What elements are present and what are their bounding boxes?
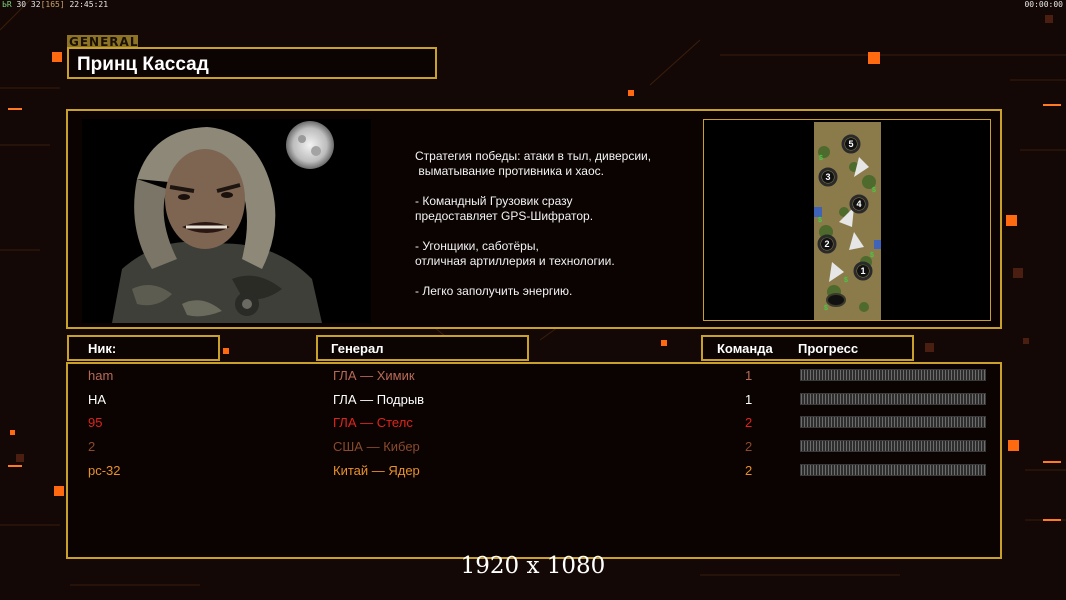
progress-bar <box>800 464 986 476</box>
player-general: США — Кибер <box>333 439 420 454</box>
player-nick: 2 <box>88 439 96 454</box>
svg-text:$: $ <box>824 305 828 312</box>
player-row: 2 США — Кибер 2 <box>68 437 1004 457</box>
player-row: pc-32 Китай — Ядер 2 <box>68 461 1004 481</box>
minimap: 5 3 4 2 1 $ $ $ $ $ $ <box>814 122 881 320</box>
map-preview: 5 3 4 2 1 $ $ $ $ $ $ <box>703 119 991 321</box>
team-header-label: Команда <box>717 341 773 356</box>
desc-line: Стратегия победы: атаки в тыл, диверсии, <box>415 149 652 163</box>
debug-hud: ЬR 30 32[165] 22:45:21 <box>2 0 108 9</box>
player-team: 2 <box>745 439 753 454</box>
game-timer: 00:00:00 <box>1024 0 1063 9</box>
progress-bar <box>800 393 986 405</box>
desc-line: предоставляет GPS-Шифратор. <box>415 209 594 223</box>
desc-line: - Угонщики, саботёры, <box>415 239 539 253</box>
desc-line: - Командный Грузовик сразу <box>415 194 573 208</box>
player-row: 95 ГЛА — Стелс 2 <box>68 413 1004 433</box>
player-general: Китай — Ядер <box>333 463 420 478</box>
svg-text:$: $ <box>819 155 823 162</box>
general-portrait <box>82 119 371 323</box>
player-nick: 95 <box>88 415 103 430</box>
start-pos-label: 2 <box>824 239 829 249</box>
resolution-caption: 1920 x 1080 <box>460 553 606 579</box>
svg-text:$: $ <box>844 277 848 284</box>
column-header-nick: Ник: <box>67 335 220 361</box>
player-team: 1 <box>745 392 753 407</box>
player-row: ham ГЛА — Химик 1 <box>68 366 1004 386</box>
start-pos-label: 3 <box>825 172 830 182</box>
svg-text:$: $ <box>870 252 874 259</box>
nick-header-label: Ник: <box>88 341 117 356</box>
desc-line: отличная артиллерия и технологии. <box>415 254 615 268</box>
column-header-general: Генерал <box>316 335 529 361</box>
player-team: 2 <box>745 415 753 430</box>
svg-text:$: $ <box>872 187 876 194</box>
player-general: ГЛА — Подрыв <box>333 392 425 407</box>
progress-bar <box>800 416 986 428</box>
column-header-team-progress: Команда Прогресс <box>701 335 914 361</box>
start-pos-label: 4 <box>856 199 861 209</box>
general-header-label: Генерал <box>331 341 384 356</box>
player-nick: ham <box>88 368 114 383</box>
hud-fps: ЬR <box>2 0 12 9</box>
player-row: HA ГЛА — Подрыв 1 <box>68 390 1004 410</box>
hud-nums: 30 32 <box>16 0 41 9</box>
player-team: 2 <box>745 463 753 478</box>
progress-bar <box>800 369 986 381</box>
desc-line: выматывание противника и хаос. <box>415 164 604 178</box>
player-general: ГЛА — Стелс <box>333 415 413 430</box>
desc-line: - Легко заполучить энергию. <box>415 284 573 298</box>
progress-header-label: Прогресс <box>798 341 859 356</box>
progress-bar <box>800 440 986 452</box>
hud-bracket: [165] <box>40 0 65 9</box>
general-info-panel: Стратегия победы: атаки в тыл, диверсии,… <box>66 109 1002 329</box>
general-name: Принц Кассад <box>77 54 209 75</box>
strategy-description: Стратегия победы: атаки в тыл, диверсии,… <box>415 149 651 299</box>
start-pos-label: 1 <box>860 266 865 276</box>
player-team: 1 <box>745 368 753 383</box>
players-panel: ham ГЛА — Химик 1 HA ГЛА — Подрыв 1 95 Г… <box>66 362 1002 559</box>
hud-time: 22:45:21 <box>69 0 109 9</box>
player-nick: pc-32 <box>88 463 121 478</box>
player-nick: HA <box>88 392 107 407</box>
general-title-box: Принц Кассад <box>67 47 437 79</box>
svg-text:$: $ <box>818 217 822 224</box>
start-pos-label: 5 <box>848 139 853 149</box>
player-general: ГЛА — Химик <box>333 368 415 383</box>
moon-icon <box>286 121 334 169</box>
